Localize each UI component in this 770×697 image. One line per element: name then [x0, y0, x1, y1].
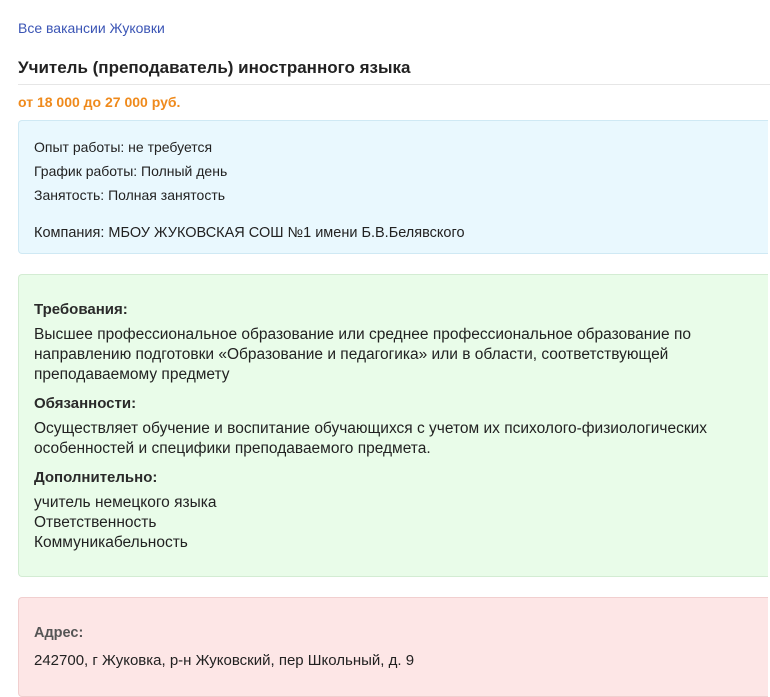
- list-item: Коммуникабельность: [34, 534, 188, 551]
- title-divider: [18, 84, 770, 85]
- experience-text: Опыт работы: не требуется: [34, 139, 213, 155]
- vacancy-info-card: Опыт работы: не требуется График работы:…: [18, 120, 768, 254]
- list-item: Ответственность: [34, 514, 157, 531]
- address-heading: Адрес:: [34, 625, 84, 641]
- duties-text: Осуществляет обучение и воспитание обуча…: [34, 420, 708, 457]
- company-text: Компания: МБОУ ЖУКОВСКАЯ СОШ №1 имени Б.…: [34, 225, 465, 241]
- salary-range: от 18 000 до 27 000 руб.: [18, 94, 181, 110]
- all-vacancies-link[interactable]: Все вакансии Жуковки: [18, 20, 165, 36]
- additional-list: учитель немецкого языка Ответственность …: [34, 493, 753, 553]
- vacancy-title: Учитель (преподаватель) иностранного язы…: [18, 58, 411, 77]
- employment-text: Занятость: Полная занятость: [34, 187, 226, 203]
- list-item: учитель немецкого языка: [34, 494, 217, 511]
- address-text: 242700, г Жуковка, р-н Жуковский, пер Шк…: [34, 652, 415, 669]
- requirements-heading: Требования:: [34, 301, 128, 318]
- vacancy-details-card: Требования: Высшее профессиональное обра…: [18, 274, 768, 577]
- address-card: Адрес: 242700, г Жуковка, р-н Жуковский,…: [18, 597, 768, 697]
- additional-heading: Дополнительно:: [34, 469, 158, 486]
- schedule-text: График работы: Полный день: [34, 163, 228, 179]
- requirements-text: Высшее профессиональное образование или …: [34, 326, 691, 383]
- duties-heading: Обязанности:: [34, 395, 137, 412]
